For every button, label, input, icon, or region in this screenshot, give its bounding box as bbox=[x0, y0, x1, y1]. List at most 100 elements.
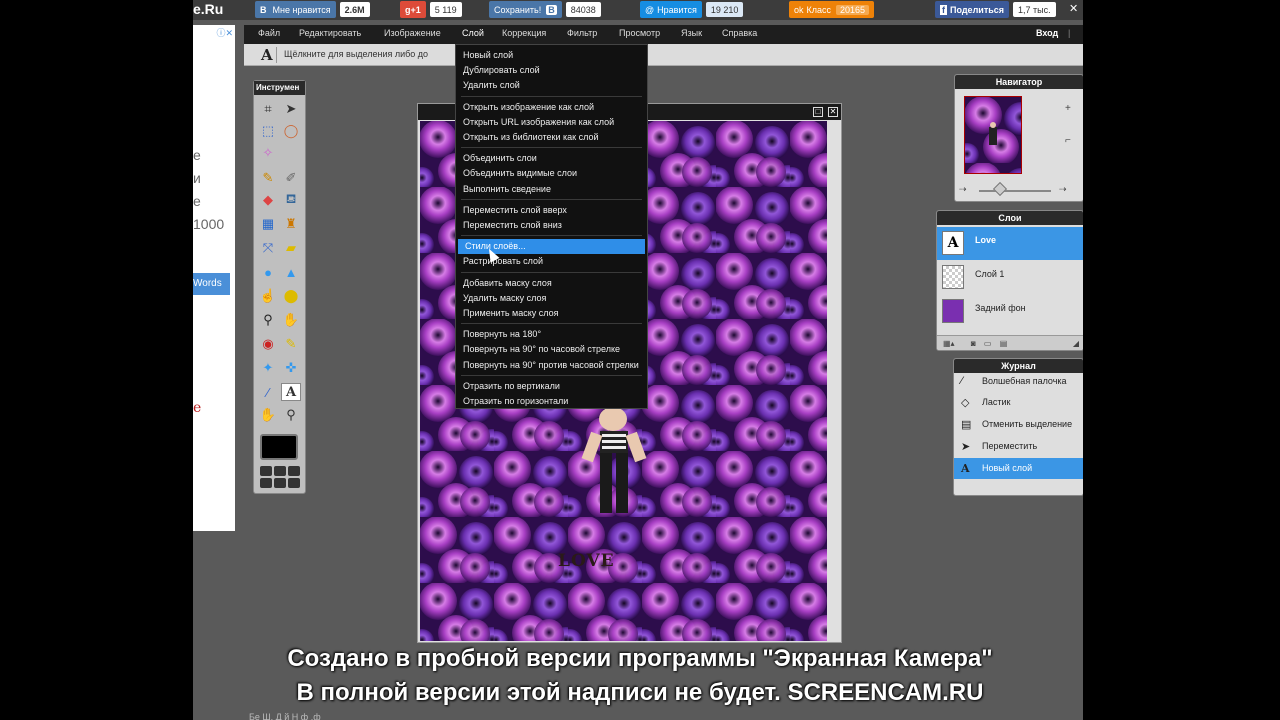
close-icon[interactable]: ✕ bbox=[1069, 2, 1078, 15]
layer-menu-item[interactable]: Удалить маску слоя bbox=[456, 291, 647, 306]
page-footer-fragment: Бе Ш. Д й Н ф .ф bbox=[249, 712, 321, 720]
menu-image[interactable]: Изображение bbox=[384, 28, 441, 38]
gradient-icon[interactable]: ▦ bbox=[258, 215, 278, 233]
layer-menu-item[interactable]: Открыть из библиотеки как слой bbox=[456, 130, 647, 145]
bloat-icon[interactable]: ✦ bbox=[258, 359, 278, 377]
ok-class-widget[interactable]: ok Класс 20165 bbox=[789, 1, 875, 18]
smudge-icon[interactable]: ☝ bbox=[258, 287, 278, 305]
menu-view[interactable]: Просмотр bbox=[619, 28, 660, 38]
close-window-icon[interactable]: ✕ bbox=[828, 107, 838, 117]
ad-close-icon[interactable]: ⓘ✕ bbox=[216, 26, 233, 39]
navigator-panel: Навигатор + ⌐ ⇢ ⇢ bbox=[954, 74, 1083, 202]
lasso-icon[interactable]: ◯ bbox=[281, 122, 301, 140]
history-item[interactable]: A Новый слой bbox=[954, 458, 1083, 479]
magic-wand-icon[interactable]: ✧ bbox=[258, 144, 278, 162]
move-icon[interactable]: ➤ bbox=[281, 100, 301, 118]
pinch-icon[interactable]: ✜ bbox=[281, 359, 301, 377]
layer-row[interactable]: A Love bbox=[937, 227, 1083, 260]
color-swatch[interactable] bbox=[260, 434, 298, 460]
layer-menu-item[interactable]: Выполнить сведение bbox=[456, 182, 647, 197]
menu-adjustment[interactable]: Коррекция bbox=[502, 28, 546, 38]
spot-heal-icon[interactable]: ✎ bbox=[281, 335, 301, 353]
red-eye-icon[interactable]: ◉ bbox=[258, 335, 278, 353]
marquee-icon[interactable]: ⬚ bbox=[258, 122, 278, 140]
site-logo[interactable]: e.Ru bbox=[193, 0, 243, 20]
layer-menu-item[interactable]: Растрировать слой bbox=[456, 254, 647, 269]
crop-icon[interactable]: ⌗ bbox=[258, 100, 278, 118]
fb-share-widget[interactable]: f Поделиться 1,7 тыс. bbox=[935, 1, 1056, 18]
sharpen-icon[interactable]: ▲ bbox=[281, 263, 301, 281]
vk-like-label: Мне нравится bbox=[272, 4, 331, 15]
layer-menu-item[interactable]: Отразить по вертикали bbox=[456, 379, 647, 394]
drawing-icon[interactable]: ▰ bbox=[281, 239, 301, 257]
burn-icon[interactable]: ✋ bbox=[281, 311, 301, 329]
zoom-icon[interactable]: ⚲ bbox=[281, 406, 301, 424]
eraser-icon[interactable]: ◆ bbox=[258, 191, 278, 209]
layer-menu-item[interactable]: Переместить слой вниз bbox=[456, 218, 647, 233]
layer-menu-item[interactable]: Повернуть на 90° против часовой стрелки bbox=[456, 358, 647, 373]
love-text-layer[interactable]: LOVE bbox=[558, 551, 615, 571]
zoom-slider-handle[interactable] bbox=[992, 181, 1008, 197]
layer-menu-item[interactable]: Удалить слой bbox=[456, 78, 647, 93]
mail-like-widget[interactable]: @ Нравится 19 210 bbox=[640, 1, 744, 18]
fit-icon[interactable]: ⌐ bbox=[1065, 135, 1071, 146]
ad-text-line: е bbox=[193, 193, 201, 209]
layer-menu-item[interactable]: Открыть URL изображения как слой bbox=[456, 115, 647, 130]
layer-menu-item[interactable]: Переместить слой вверх bbox=[456, 203, 647, 218]
layer-menu-item[interactable]: Повернуть на 90° по часовой стрелке bbox=[456, 342, 647, 357]
save-label: Сохранить! bbox=[494, 4, 542, 15]
brush-icon[interactable]: ✐ bbox=[281, 169, 301, 187]
color-picker-icon[interactable]: ⁄ bbox=[258, 383, 278, 401]
history-item[interactable]: ◇ Ластик bbox=[954, 392, 1083, 413]
layer-name: Love bbox=[975, 235, 997, 245]
menu-file[interactable]: Файл bbox=[258, 28, 280, 38]
menu-language[interactable]: Язык bbox=[681, 28, 702, 38]
vk-like-widget[interactable]: В Мне нравится 2.6M bbox=[255, 1, 370, 18]
layer-properties-icon[interactable]: ▦▴ bbox=[943, 339, 955, 348]
zoom-out-icon[interactable]: ⇢ bbox=[959, 184, 967, 195]
pencil-icon[interactable]: ✎ bbox=[258, 169, 278, 187]
zoom-in-mountain-icon[interactable]: ⇢ bbox=[1059, 184, 1067, 195]
stamp-icon[interactable]: ♜ bbox=[281, 215, 301, 233]
layer-row[interactable]: Задний фон bbox=[937, 295, 1083, 328]
color-replace-icon[interactable]: ⤧ bbox=[258, 239, 278, 257]
zoom-slider[interactable] bbox=[979, 190, 1051, 192]
zoom-in-icon[interactable]: + bbox=[1065, 103, 1071, 114]
layer-menu-item[interactable]: Применить маску слоя bbox=[456, 306, 647, 321]
layer-menu-item[interactable]: Добавить маску слоя bbox=[456, 276, 647, 291]
layer-menu-item[interactable]: Отразить по горизонтали bbox=[456, 394, 647, 409]
layer-menu-item[interactable]: Открыть изображение как слой bbox=[456, 100, 647, 115]
history-item[interactable]: ➤ Переместить bbox=[954, 436, 1083, 457]
type-tool-icon[interactable]: A bbox=[281, 383, 301, 401]
login-link[interactable]: Вход bbox=[1036, 28, 1058, 38]
bucket-icon[interactable]: ⛾ bbox=[281, 191, 301, 209]
dodge-icon[interactable]: ⚲ bbox=[258, 311, 278, 329]
menu-edit[interactable]: Редактировать bbox=[299, 28, 361, 38]
layer-menu-item[interactable]: Объединить видимые слои bbox=[456, 166, 647, 181]
hand-icon[interactable]: ✋ bbox=[258, 406, 278, 424]
history-item[interactable]: ▤ Отменить выделение bbox=[954, 414, 1083, 435]
menu-layer[interactable]: Слой bbox=[462, 28, 484, 38]
layer-menu-item[interactable]: Дублировать слой bbox=[456, 63, 647, 78]
new-layer-icon[interactable]: ▭ bbox=[984, 339, 992, 348]
layer-mask-icon[interactable]: ◙ bbox=[971, 339, 976, 348]
navigator-preview bbox=[965, 97, 1021, 173]
blur-drop-icon[interactable]: ● bbox=[258, 263, 278, 281]
panel-grid-icon[interactable] bbox=[260, 466, 300, 488]
layer-menu-item[interactable]: Новый слой bbox=[456, 48, 647, 63]
delete-layer-icon[interactable]: ▤ bbox=[1000, 339, 1008, 348]
layer-row[interactable]: Слой 1 bbox=[937, 261, 1083, 294]
sponge-icon[interactable]: ⬤ bbox=[281, 287, 301, 305]
layer-menu-item[interactable]: Повернуть на 180° bbox=[456, 327, 647, 342]
vk-save-widget[interactable]: Сохранить! В 84038 bbox=[489, 1, 601, 18]
ad-button[interactable]: Words bbox=[193, 273, 230, 295]
gplus-widget[interactable]: g+1 5 119 bbox=[400, 1, 462, 18]
menu-help[interactable]: Справка bbox=[722, 28, 757, 38]
navigator-thumbnail[interactable] bbox=[964, 96, 1022, 174]
layer-menu-item[interactable]: Объединить слои bbox=[456, 151, 647, 166]
resize-handle-icon[interactable]: ◢ bbox=[1073, 339, 1079, 348]
gplus-button[interactable]: g+1 bbox=[400, 1, 426, 18]
history-item[interactable]: ⁄ Волшебная палочка bbox=[954, 371, 1083, 392]
maximize-icon[interactable]: □ bbox=[813, 107, 823, 117]
menu-filter[interactable]: Фильтр bbox=[567, 28, 597, 38]
